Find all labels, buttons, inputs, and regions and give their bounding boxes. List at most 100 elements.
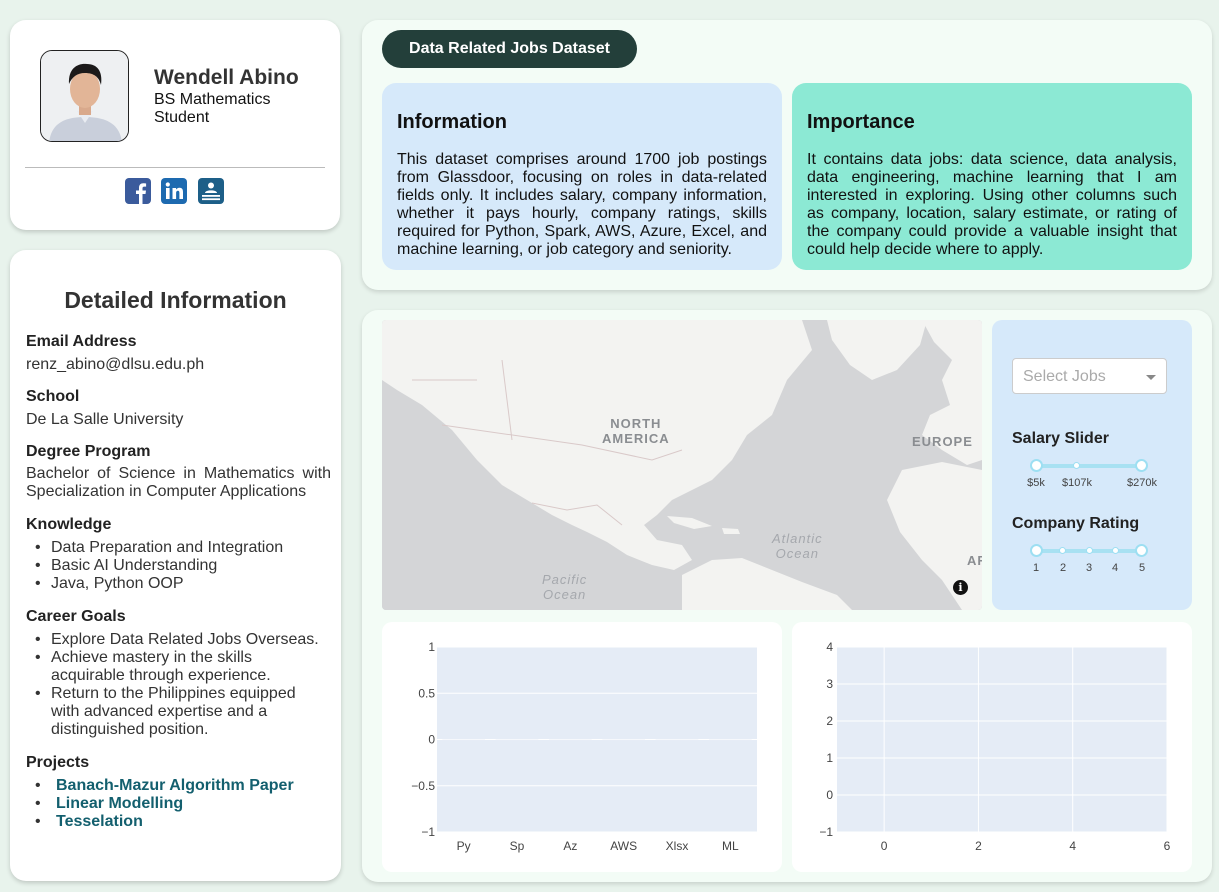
skills-bar-chart[interactable]: 1 0.5 0 −0.5 −1 Py Sp Az AWS Xlsx ML	[382, 622, 782, 872]
list-item: Basic AI Understanding	[26, 557, 331, 575]
salary-slider-mark-dot	[1073, 462, 1080, 469]
bar	[602, 739, 645, 741]
plot-area	[837, 647, 1167, 832]
map-label-north-america: NORTH AMERICA	[602, 416, 670, 446]
project-link[interactable]: Linear Modelling	[51, 795, 183, 812]
bar	[709, 739, 752, 741]
importance-box: Importance It contains data jobs: data s…	[792, 83, 1192, 270]
x-tick-label: 0	[881, 839, 888, 853]
salary-slider-label: Salary Slider	[1012, 430, 1109, 447]
chevron-down-icon[interactable]	[1146, 375, 1156, 380]
company-rating-label: Company Rating	[1012, 515, 1140, 532]
resume-icon[interactable]	[198, 178, 224, 204]
salary-slider-max-handle[interactable]	[1135, 459, 1148, 472]
y-tick-label: 0	[428, 733, 435, 747]
list-item: Linear Modelling	[26, 795, 326, 813]
filter-controls: Select Jobs Salary Slider $5k $107k $270…	[992, 320, 1192, 610]
salary-slider-track[interactable]	[1036, 464, 1142, 468]
y-tick-label: 1	[826, 751, 833, 765]
goals-list: Explore Data Related Jobs Overseas. Achi…	[26, 631, 326, 739]
y-tick-label: −0.5	[411, 779, 435, 793]
map-label-pacific: Pacific Ocean	[542, 572, 587, 602]
y-tick-label: 0	[826, 788, 833, 802]
map-label-africa: AF	[967, 553, 982, 568]
salary-mark: $270k	[1127, 477, 1157, 489]
x-tick-label: Py	[457, 839, 471, 853]
x-tick-label: Sp	[510, 839, 525, 853]
rating-mark: 3	[1085, 562, 1093, 574]
project-link[interactable]: Banach-Mazur Algorithm Paper	[51, 777, 294, 794]
world-map[interactable]: NORTH AMERICA EUROPE Atlantic Ocean Paci…	[382, 320, 982, 610]
skills-chart-svg: 1 0.5 0 −0.5 −1 Py Sp Az AWS Xlsx ML	[411, 640, 757, 853]
map-label-atlantic: Atlantic Ocean	[772, 531, 823, 561]
linkedin-icon[interactable]	[161, 178, 187, 204]
importance-text: It contains data jobs: data science, dat…	[807, 151, 1177, 258]
bar	[442, 739, 485, 741]
details-card: Detailed Information Email Address renz_…	[10, 250, 341, 881]
salary-slider-min-handle[interactable]	[1030, 459, 1043, 472]
rating-slider-min-handle[interactable]	[1030, 544, 1043, 557]
visualization-panel: NORTH AMERICA EUROPE Atlantic Ocean Paci…	[362, 310, 1212, 882]
bar	[549, 739, 592, 741]
list-item: Explore Data Related Jobs Overseas.	[26, 631, 326, 649]
dataset-title: Data Related Jobs Dataset	[382, 30, 637, 68]
rating-mark: 5	[1138, 562, 1146, 574]
bar	[495, 739, 539, 741]
rating-mark: 4	[1111, 562, 1119, 574]
knowledge-list: Data Preparation and Integration Basic A…	[26, 539, 331, 593]
list-item: Java, Python OOP	[26, 575, 331, 593]
y-tick-label: 1	[428, 640, 435, 654]
school-label: School	[26, 388, 80, 405]
knowledge-label: Knowledge	[26, 516, 112, 533]
list-item: Banach-Mazur Algorithm Paper	[26, 777, 326, 795]
rating-slider-mark-dot	[1086, 547, 1093, 554]
rating-mark: 1	[1032, 562, 1040, 574]
salary-mark: $107k	[1062, 477, 1092, 489]
y-tick-label: −1	[819, 825, 833, 839]
project-link[interactable]: Tesselation	[51, 813, 143, 830]
projects-list: Banach-Mazur Algorithm Paper Linear Mode…	[26, 777, 326, 831]
divider	[25, 167, 325, 168]
y-tick-label: 2	[826, 714, 833, 728]
x-tick-label: ML	[722, 839, 739, 853]
map-label-text: Atlantic Ocean	[772, 531, 823, 561]
x-tick-label: Az	[563, 839, 577, 853]
bar	[655, 739, 699, 741]
y-tick-label: 0.5	[418, 686, 435, 700]
information-box: Information This dataset comprises aroun…	[382, 83, 782, 270]
salary-mark: $5k	[1027, 477, 1045, 489]
email-value: renz_abino@dlsu.edu.ph	[26, 356, 205, 373]
scatter-chart[interactable]: 4 3 2 1 0 −1 0 2 4 6	[792, 622, 1192, 872]
x-tick-label: 2	[975, 839, 982, 853]
scatter-chart-svg: 4 3 2 1 0 −1 0 2 4 6	[819, 640, 1171, 853]
rating-mark: 2	[1059, 562, 1067, 574]
list-item: Tesselation	[26, 813, 326, 831]
x-tick-label: 6	[1164, 839, 1171, 853]
rating-slider-mark-dot	[1059, 547, 1066, 554]
details-title: Detailed Information	[64, 287, 287, 313]
profile-name: Wendell Abino	[154, 66, 299, 89]
information-text: This dataset comprises around 1700 job p…	[397, 151, 767, 258]
rating-slider-mark-dot	[1112, 547, 1119, 554]
select-placeholder: Select Jobs	[1023, 368, 1106, 385]
dataset-panel: Data Related Jobs Dataset Information Th…	[362, 20, 1212, 290]
degree-label: Degree Program	[26, 443, 151, 460]
email-label: Email Address	[26, 333, 137, 350]
y-tick-label: −1	[421, 825, 435, 839]
select-jobs-dropdown[interactable]: Select Jobs	[1012, 358, 1167, 394]
profile-role: BS Mathematics Student	[154, 91, 271, 126]
y-tick-label: 4	[826, 640, 833, 654]
rating-slider-max-handle[interactable]	[1135, 544, 1148, 557]
degree-value: Bachelor of Science in Mathematics with …	[26, 465, 331, 500]
y-tick-label: 3	[826, 677, 833, 691]
list-item: Return to the Philippines equipped with …	[26, 685, 326, 739]
list-item: Achieve mastery in the skills acquirable…	[26, 649, 291, 685]
info-icon[interactable]: i	[953, 580, 968, 595]
facebook-icon[interactable]	[125, 178, 151, 204]
map-canvas	[382, 320, 982, 610]
importance-heading: Importance	[807, 111, 915, 133]
avatar	[40, 50, 129, 142]
list-item: Data Preparation and Integration	[26, 539, 331, 557]
school-value: De La Salle University	[26, 411, 184, 428]
information-heading: Information	[397, 111, 507, 133]
